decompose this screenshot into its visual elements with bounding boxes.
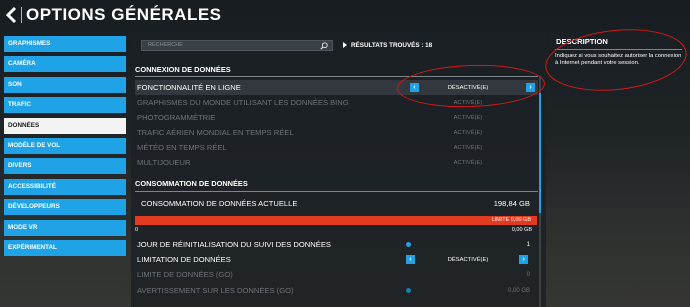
setting-row-reset-day[interactable]: JOUR DE RÉINITIALISATION DU SUIVI DES DO… (135, 237, 538, 252)
sidebar-item-graphismes[interactable]: GRAPHISMES (4, 36, 126, 52)
usage-value: 198,84 GB (493, 199, 530, 208)
setting-label: LIMITE DE DONNÉES (GO) (137, 270, 233, 279)
sidebar-item-accessibilite[interactable]: ACCESSIBILITÉ (4, 178, 126, 195)
setting-label: PHOTOGRAMMÉTRIE (137, 113, 216, 122)
usage-bar-min: 0 (135, 227, 139, 233)
header: OPTIONS GÉNÉRALES (0, 0, 690, 30)
scrollbar-thumb[interactable] (539, 93, 541, 213)
sidebar-item-trafic[interactable]: TRAFIC (4, 97, 126, 114)
setting-label: JOUR DE RÉINITIALISATION DU SUIVI DES DO… (137, 240, 331, 249)
setting-label: AVERTISSEMENT SUR LES DONNÉES (GO) (137, 286, 294, 295)
results-arrow-icon (343, 42, 347, 49)
setting-label: GRAPHISMES DU MONDE UTILISANT LES DONNÉE… (137, 98, 349, 107)
usage-bar: LIMITE 0,00 GB (135, 216, 537, 225)
setting-row-limit-gb: LIMITE DE DONNÉES (GO) 0 (135, 267, 538, 282)
section-title-consommation: CONSOMMATION DE DONNÉES (135, 179, 248, 188)
search-placeholder: RECHERCHE (148, 42, 183, 48)
usage-label: CONSOMMATION DE DONNÉES ACTUELLE (141, 199, 298, 208)
sidebar-item-divers[interactable]: DIVERS (4, 158, 126, 175)
section-divider (135, 191, 538, 192)
setting-row-photogrammetry: PHOTOGRAMMÉTRIE ACTIVÉ(E) (135, 110, 538, 125)
setting-label: FONCTIONNALITÉ EN LIGNE (137, 83, 241, 92)
sidebar-item-donnees[interactable]: DONNÉES (4, 117, 126, 134)
title-separator (21, 7, 22, 23)
chevron-right-icon[interactable]: › (519, 255, 528, 264)
setting-row-air-traffic: TRAFIC AÉRIEN MONDIAL EN TEMPS RÉEL ACTI… (135, 125, 538, 140)
setting-value: 1 (526, 241, 530, 248)
setting-value: ACTIVÉ(E) (453, 144, 483, 151)
usage-bar-label: LIMITE 0,00 GB (491, 217, 531, 223)
usage-row: CONSOMMATION DE DONNÉES ACTUELLE 198,84 … (135, 196, 538, 211)
sidebar-item-camera[interactable]: CAMÉRA (4, 56, 126, 73)
sidebar-item-experimental[interactable]: EXPÉRIMENTAL (4, 239, 126, 256)
search-input[interactable]: RECHERCHE (141, 40, 333, 51)
setting-value: 0 (526, 271, 530, 278)
sidebar-item-mode-vr[interactable]: MODE VR (4, 219, 126, 236)
results-count: RÉSULTATS TROUVÉS : 18 (343, 42, 432, 49)
setting-label: LIMITATION DE DONNÉES (137, 255, 231, 264)
setting-value: ACTIVÉ(E) (453, 129, 483, 136)
setting-row-multiplayer: MULTIJOUEUR ACTIVÉ(E) (135, 155, 538, 170)
sidebar: GRAPHISMES CAMÉRA SON TRAFIC DONNÉES MOD… (4, 36, 126, 260)
slider-handle[interactable] (406, 242, 411, 247)
usage-bar-max: 0,00 GB (511, 227, 532, 233)
back-arrow-icon[interactable] (4, 6, 20, 24)
section-title-connexion: CONNEXION DE DONNÉES (135, 65, 231, 74)
setting-row-weather: MÉTÉO EN TEMPS RÉEL ACTIVÉ(E) (135, 140, 538, 155)
sidebar-item-modele-de-vol[interactable]: MODÈLE DE VOL (4, 137, 126, 154)
setting-label: TRAFIC AÉRIEN MONDIAL EN TEMPS RÉEL (137, 128, 294, 137)
page-title: OPTIONS GÉNÉRALES (26, 5, 222, 24)
sidebar-item-son[interactable]: SON (4, 76, 126, 93)
setting-value: ACTIVÉ(E) (453, 114, 483, 121)
setting-row-warning-gb: AVERTISSEMENT SUR LES DONNÉES (GO) 0,00 … (135, 283, 538, 298)
setting-label: MULTIJOUEUR (137, 158, 191, 167)
setting-row-limit[interactable]: LIMITATION DE DONNÉES ‹ DÉSACTIVÉ(E) › (135, 252, 538, 267)
setting-value: ACTIVÉ(E) (453, 159, 483, 166)
sidebar-item-developpeurs[interactable]: DÉVELOPPEURS (4, 199, 126, 216)
slider-handle (406, 288, 411, 293)
setting-value: DÉSACTIVÉ(E) (447, 256, 489, 263)
setting-label: MÉTÉO EN TEMPS RÉEL (137, 143, 227, 152)
results-text: RÉSULTATS TROUVÉS : 18 (351, 42, 433, 49)
search-icon[interactable] (320, 42, 328, 50)
setting-value: 0,00 GB (507, 287, 530, 294)
